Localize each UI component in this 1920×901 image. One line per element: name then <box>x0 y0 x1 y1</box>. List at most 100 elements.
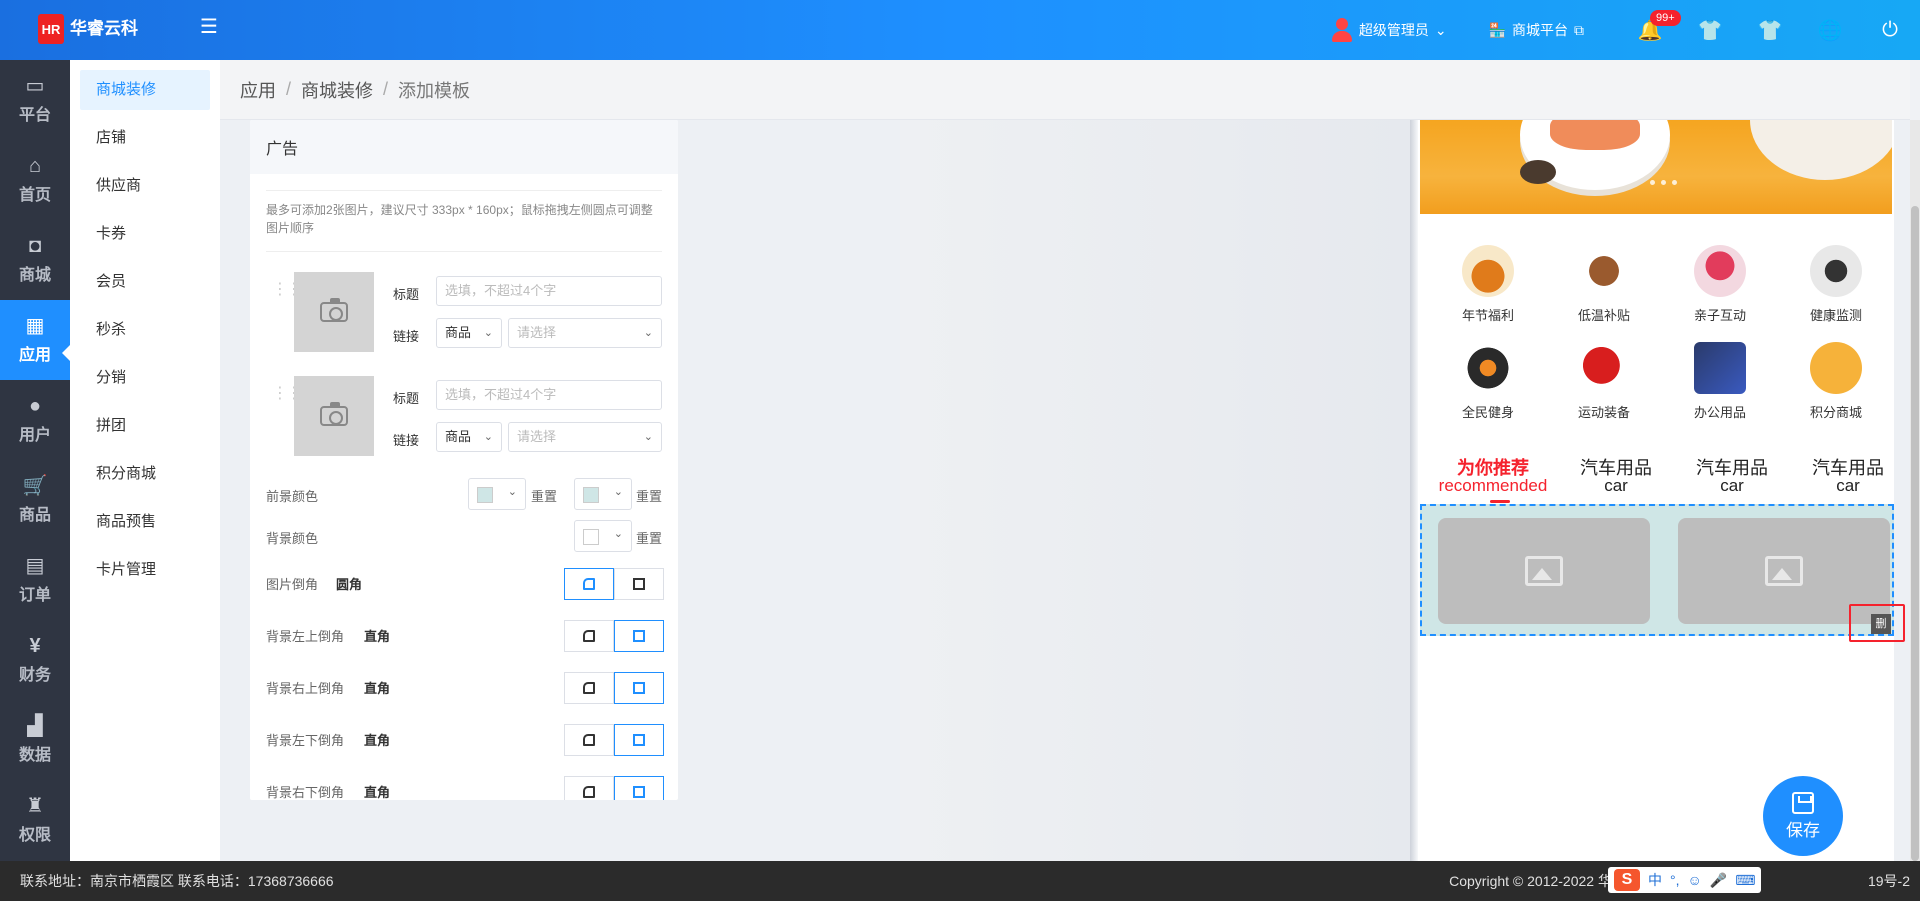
image-upload[interactable] <box>294 376 374 456</box>
category-item[interactable]: 低温补贴 <box>1556 245 1652 324</box>
permission-icon: ♜ <box>26 795 44 817</box>
nav-orders[interactable]: ▤ 订单 <box>0 540 70 620</box>
category-item[interactable]: 运动装备 <box>1556 342 1652 421</box>
main-nav: ▭ 平台 ⌂ 首页 ◘ 商城 ▦ 应用 ● 用户 🛒 商品 ▤ 订单 ¥ 财务 ▟ 数据 ♜ 权限 <box>0 60 70 861</box>
ad-settings-panel: 广告 最多可添加2张图片，建议尺寸 333px * 160px；鼠标拖拽左侧圆点… <box>250 120 678 800</box>
title-input[interactable]: 选填，不超过4个字 <box>436 380 662 410</box>
square-corner-option[interactable] <box>614 568 664 600</box>
ad-component-selected[interactable] <box>1420 504 1894 636</box>
square-corner-icon <box>633 786 645 798</box>
breadcrumb-decoration[interactable]: 商城装修 <box>301 77 373 103</box>
footer-copyright: Copyright © 2012-2022 华睿 <box>1449 873 1626 889</box>
logo-mark: HR <box>38 14 64 44</box>
footer: 联系地址：南京市栖霞区 联系电话：17368736666 Copyright ©… <box>0 861 1920 901</box>
link-type-select[interactable]: 商品 ⌄ <box>436 318 502 348</box>
submenu-item-member[interactable]: 会员 <box>80 262 210 310</box>
category-item[interactable]: 全民健身 <box>1440 342 1536 421</box>
square-corner-option[interactable] <box>614 672 664 704</box>
round-corner-option[interactable] <box>564 724 614 756</box>
category-item[interactable]: 年节福利 <box>1440 245 1536 324</box>
category-item[interactable]: 办公用品 <box>1672 342 1768 421</box>
drag-handle-icon[interactable]: ⋮⋮ <box>272 282 302 298</box>
mobile-preview: 年节福利 低温补贴 亲子互动 健康监测 全民健身 运动装备 办公用品 积分商城 … <box>1418 120 1894 861</box>
bell-icon[interactable]: 🔔 99+ <box>1620 0 1681 60</box>
round-corner-icon <box>583 630 595 642</box>
round-corner-option[interactable] <box>564 568 614 600</box>
submenu-item-distribution[interactable]: 分销 <box>80 358 210 406</box>
corner-row: 背景右上倒角 直角 <box>266 662 664 714</box>
chevron-down-icon: ⌄ <box>643 327 653 339</box>
submenu-item-card-manage[interactable]: 卡片管理 <box>80 550 210 598</box>
globe-icon[interactable]: 🌐 <box>1800 0 1860 60</box>
shirt-icon[interactable]: 👕 <box>1680 0 1740 60</box>
square-corner-option[interactable] <box>614 724 664 756</box>
submenu-item-store[interactable]: 店铺 <box>80 118 210 166</box>
nav-mall[interactable]: ◘ 商城 <box>0 220 70 300</box>
user-menu[interactable]: 超级管理员 ⌄ <box>1331 18 1447 42</box>
logo[interactable]: HR 华睿云科 <box>38 14 138 44</box>
round-corner-option[interactable] <box>564 672 614 704</box>
delete-component-button[interactable]: 删 <box>1849 604 1905 642</box>
link-target-select[interactable]: 请选择 ⌄ <box>508 422 662 452</box>
chevron-down-icon: ⌄ <box>483 327 493 339</box>
drag-handle-icon[interactable]: ⋮⋮ <box>272 386 302 402</box>
square-corner-option[interactable] <box>614 620 664 652</box>
link-target-select[interactable]: 请选择 ⌄ <box>508 318 662 348</box>
round-corner-option[interactable] <box>564 620 614 652</box>
nav-users[interactable]: ● 用户 <box>0 380 70 460</box>
carousel-dots <box>1650 180 1677 185</box>
category-item[interactable]: 亲子互动 <box>1672 245 1768 324</box>
image-upload[interactable] <box>294 272 374 352</box>
trash-icon: 删 <box>1871 614 1891 634</box>
banner-image[interactable] <box>1420 120 1892 214</box>
fg-color-picker-2[interactable]: ⌄ <box>574 478 632 510</box>
fg-color-picker[interactable]: ⌄ <box>468 478 526 510</box>
scrollbar-thumb[interactable] <box>1911 206 1919 861</box>
mall-label: 商城平台 <box>1512 22 1568 38</box>
breadcrumb-apps[interactable]: 应用 <box>240 77 276 103</box>
square-corner-option[interactable] <box>614 776 664 800</box>
nav-finance[interactable]: ¥ 财务 <box>0 620 70 700</box>
category-item[interactable]: 健康监测 <box>1788 245 1884 324</box>
nav-goods[interactable]: 🛒 商品 <box>0 460 70 540</box>
nav-data[interactable]: ▟ 数据 <box>0 700 70 780</box>
category-item[interactable]: 积分商城 <box>1788 342 1884 421</box>
tab-recommended[interactable]: 为你推荐 recommended <box>1428 459 1558 495</box>
avatar <box>1331 18 1353 42</box>
submenu-item-supplier[interactable]: 供应商 <box>80 166 210 214</box>
save-button[interactable]: 保存 <box>1763 776 1843 856</box>
fg-color-reset[interactable]: 重置 <box>531 486 557 505</box>
fg-color-reset-2[interactable]: 重置 <box>636 486 662 505</box>
tab-car-1[interactable]: 汽车用品 car <box>1558 459 1674 495</box>
mall-platform-link[interactable]: 🏪 商城平台 ⧉ <box>1489 20 1584 40</box>
submenu-item-presale[interactable]: 商品预售 <box>80 502 210 550</box>
submenu-item-flash-sale[interactable]: 秒杀 <box>80 310 210 358</box>
footer-icp: 19号-2 <box>1867 873 1910 889</box>
corner-row: 背景左下倒角 直角 <box>266 714 664 766</box>
shirt-icon-2[interactable]: 👕 <box>1740 0 1800 60</box>
tab-car-2[interactable]: 汽车用品 car <box>1674 459 1790 495</box>
submenu-item-points-mall[interactable]: 积分商城 <box>80 454 210 502</box>
submenu-item-decoration[interactable]: 商城装修 <box>80 70 210 110</box>
power-icon[interactable]: ⏻ <box>1860 0 1920 60</box>
submenu-item-coupon[interactable]: 卡券 <box>80 214 210 262</box>
document-icon: ▤ <box>25 555 45 577</box>
ime-toolbar[interactable]: S 中 °, ☺ 🎤 ⌨ <box>1608 867 1762 893</box>
chevron-down-icon: ⌄ <box>483 431 493 443</box>
bg-color-reset[interactable]: 重置 <box>636 528 662 547</box>
bag-icon: ◘ <box>28 235 42 257</box>
menu-toggle-icon[interactable]: ☰ <box>200 16 222 38</box>
nav-home[interactable]: ⌂ 首页 <box>0 140 70 220</box>
fg-color-row: 前景颜色 ⌄ 重置 ⌄ 重置 <box>266 474 662 516</box>
tab-car-3[interactable]: 汽车用品 car <box>1790 459 1894 495</box>
link-type-select[interactable]: 商品 ⌄ <box>436 422 502 452</box>
chevron-down-icon: ⌄ <box>1434 21 1447 38</box>
bg-color-picker[interactable]: ⌄ <box>574 520 632 552</box>
nav-platform[interactable]: ▭ 平台 <box>0 60 70 140</box>
submenu-item-group-buy[interactable]: 拼团 <box>80 406 210 454</box>
nav-apps[interactable]: ▦ 应用 <box>0 300 70 380</box>
nav-permission[interactable]: ♜ 权限 <box>0 780 70 860</box>
breadcrumb: 应用 / 商城装修 / 添加模板 <box>220 60 1910 120</box>
title-input[interactable]: 选填，不超过4个字 <box>436 276 662 306</box>
round-corner-option[interactable] <box>564 776 614 800</box>
